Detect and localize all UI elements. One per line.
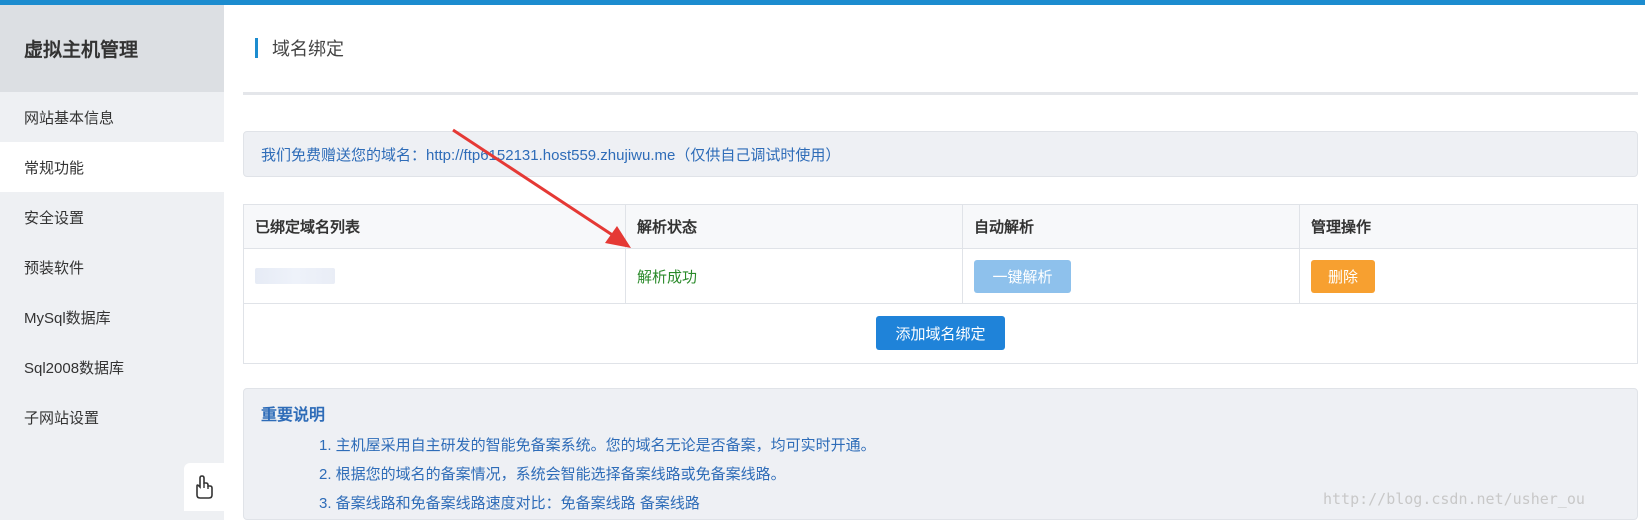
sidebar-title: 虚拟主机管理 [0, 5, 224, 92]
actions-cell: 删除 [1300, 249, 1637, 303]
sidebar-item-subsite[interactable]: 子网站设置 [0, 392, 224, 442]
sidebar-item-site-info[interactable]: 网站基本信息 [0, 92, 224, 142]
table-header: 已绑定域名列表 解析状态 自动解析 管理操作 [244, 205, 1637, 249]
delete-button[interactable]: 删除 [1311, 259, 1375, 293]
sidebar-item-software[interactable]: 预装软件 [0, 242, 224, 292]
hand-pointer-icon[interactable] [184, 463, 224, 511]
main-content: 域名绑定 我们免费赠送您的域名：http://ftp6152131.host55… [243, 5, 1638, 520]
header-actions: 管理操作 [1311, 219, 1372, 236]
table-row: 解析成功 一键解析 删除 [244, 249, 1637, 304]
add-domain-binding-button[interactable]: 添加域名绑定 [876, 316, 1005, 350]
hand-pointer-glyph [196, 475, 213, 499]
sidebar: 虚拟主机管理 网站基本信息 常规功能 安全设置 预装软件 MySql数据库 Sq… [0, 5, 224, 520]
header-domain-list: 已绑定域名列表 [244, 205, 626, 248]
status-success-text: 解析成功 [637, 268, 698, 286]
note-line-2: 2. 根据您的域名的备案情况，系统会智能选择备案线路或免备案线路。 [319, 466, 786, 483]
auto-resolve-cell: 一键解析 [963, 249, 1300, 303]
sidebar-item-general[interactable]: 常规功能 [0, 142, 224, 192]
watermark: http://blog.csdn.net/usher_ou [1323, 490, 1585, 508]
page-title: 域名绑定 [255, 38, 344, 59]
header-auto-resolve: 自动解析 [963, 205, 1300, 248]
sidebar-item-sql2008[interactable]: Sql2008数据库 [0, 342, 224, 392]
sidebar-item-mysql[interactable]: MySql数据库 [0, 292, 224, 342]
note-line-1: 1. 主机屋采用自主研发的智能免备案系统。您的域名无论是否备案，均可实时开通。 [319, 437, 876, 454]
header-status: 解析状态 [626, 205, 963, 248]
title-divider [243, 92, 1638, 95]
status-cell: 解析成功 [626, 249, 963, 303]
domain-cell [244, 249, 626, 303]
redacted-domain [255, 268, 335, 284]
one-click-resolve-button[interactable]: 一键解析 [974, 259, 1071, 293]
free-domain-info: 我们免费赠送您的域名：http://ftp6152131.host559.zhu… [243, 131, 1638, 177]
add-row: 添加域名绑定 [244, 304, 1637, 362]
domain-table: 已绑定域名列表 解析状态 自动解析 管理操作 解析成功 一键解析 删除 添加域名… [243, 204, 1638, 364]
notes-title: 重要说明 [261, 407, 326, 424]
sidebar-item-security[interactable]: 安全设置 [0, 192, 224, 242]
